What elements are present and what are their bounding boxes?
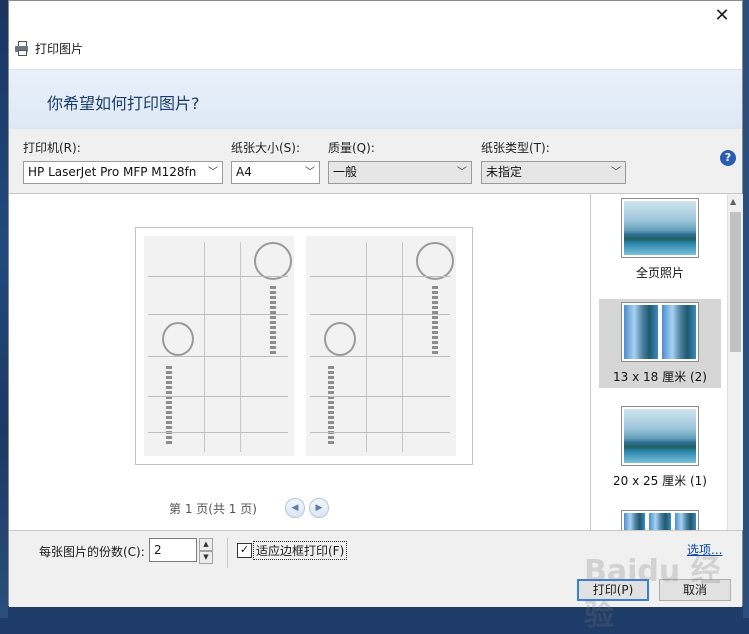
header-band: 你希望如何打印图片? [9, 69, 742, 131]
fit-to-frame-label[interactable]: 适应边框打印(F) [253, 541, 348, 560]
printer-select[interactable]: HP LaserJet Pro MFP M128fn ﹀ [23, 161, 223, 184]
bottom-bar: 每张图片的份数(C): 2 ▲ ▼ ✓ 适应边框打印(F) 选项... 打印(P… [9, 530, 742, 607]
layout-thumbnail [621, 198, 699, 258]
layout-list: 全页照片 13 x 18 厘米 (2) 20 x 25 厘米 (1) [590, 194, 728, 530]
preview-page [135, 227, 473, 465]
layout-caption: 13 x 18 厘米 (2) [613, 370, 707, 384]
layout-caption: 全页照片 [635, 266, 684, 280]
preview-image-left [144, 236, 294, 456]
scroll-up-icon[interactable]: ▲ [730, 197, 736, 206]
chevron-down-icon: ﹀ [457, 167, 467, 178]
fit-to-frame-checkbox[interactable]: ✓ [237, 543, 252, 558]
print-button[interactable]: 打印(P) [577, 579, 649, 601]
print-preview-area: 第 1 页(共 1 页) ◀ ▶ [9, 194, 589, 530]
paper-size-label: 纸张大小(S): [231, 141, 301, 155]
chevron-down-icon: ﹀ [611, 167, 621, 178]
layout-item-full-page[interactable]: 全页照片 [599, 198, 721, 284]
desktop-background-left [0, 0, 8, 618]
copies-input[interactable]: 2 [149, 538, 197, 562]
printer-icon [15, 41, 29, 56]
preview-image-right [306, 236, 456, 456]
close-button[interactable]: ✕ [710, 5, 734, 27]
layout-item-partial[interactable] [599, 510, 721, 530]
copies-label: 每张图片的份数(C): [39, 545, 145, 559]
dialog-title: 打印图片 [35, 41, 84, 56]
print-pictures-dialog: ✕ 打印图片 你希望如何打印图片? 打印机(R): HP LaserJet Pr… [8, 0, 743, 633]
spinner-up-icon[interactable]: ▲ [199, 538, 213, 551]
layout-thumbnail [621, 406, 699, 466]
previous-page-button[interactable]: ◀ [285, 498, 305, 518]
desktop-background-right [743, 0, 749, 618]
scrollbar-thumb[interactable] [730, 212, 741, 352]
paper-size-value: A4 [236, 165, 252, 179]
copies-spinner[interactable]: ▲ ▼ [199, 538, 213, 564]
printer-value: HP LaserJet Pro MFP M128fn [28, 165, 197, 179]
print-settings-bar: 打印机(R): HP LaserJet Pro MFP M128fn ﹀ 纸张大… [9, 129, 742, 194]
options-link[interactable]: 选项... [687, 541, 722, 558]
title-row: 打印图片 [15, 39, 83, 57]
spinner-down-icon[interactable]: ▼ [199, 551, 213, 564]
quality-value: 一般 [333, 165, 358, 179]
layout-thumbnail [621, 302, 699, 362]
paper-size-select[interactable]: A4 ﹀ [231, 161, 320, 184]
help-icon[interactable]: ? [720, 150, 736, 166]
quality-select[interactable]: 一般 ﹀ [328, 161, 472, 184]
chevron-down-icon: ﹀ [208, 167, 218, 178]
quality-label: 质量(Q): [328, 141, 375, 155]
page-indicator: 第 1 页(共 1 页) [169, 502, 257, 516]
paper-type-value: 未指定 [486, 165, 523, 179]
layout-item-20x25[interactable]: 20 x 25 厘米 (1) [599, 406, 721, 492]
divider [227, 538, 228, 568]
next-page-button[interactable]: ▶ [309, 498, 329, 518]
paper-type-select[interactable]: 未指定 ﹀ [481, 161, 626, 184]
header-question: 你希望如何打印图片? [47, 94, 200, 113]
paper-type-label: 纸张类型(T): [481, 141, 550, 155]
printer-label: 打印机(R): [23, 141, 81, 155]
layout-item-13x18[interactable]: 13 x 18 厘米 (2) [599, 299, 721, 388]
layout-thumbnail [621, 510, 699, 530]
chevron-down-icon: ﹀ [305, 167, 315, 178]
cancel-button[interactable]: 取消 [659, 579, 731, 601]
layout-scrollbar[interactable]: ▲ [727, 194, 743, 530]
layout-caption: 20 x 25 厘米 (1) [613, 474, 707, 488]
